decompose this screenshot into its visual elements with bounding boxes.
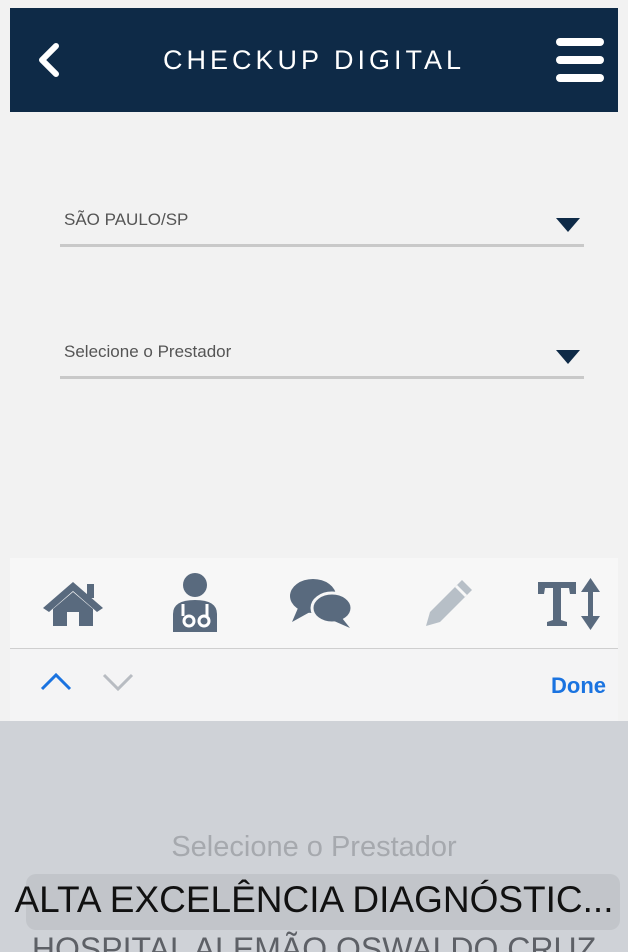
chat-icon — [290, 579, 354, 628]
home-icon — [43, 582, 103, 626]
next-field-button[interactable] — [102, 671, 134, 693]
hamburger-menu-icon — [556, 38, 604, 82]
provider-select-value: Selecione o Prestador — [64, 342, 232, 361]
pencil-icon — [426, 580, 472, 626]
edit-button[interactable] — [414, 570, 484, 636]
page-title: CHECKUP DIGITAL — [162, 44, 466, 75]
previous-field-button[interactable] — [40, 671, 72, 693]
chevron-up-icon — [40, 672, 72, 691]
keyboard-accessory-bar: Done — [10, 649, 618, 721]
picker-option[interactable]: Selecione o Prestador — [0, 831, 628, 864]
bottom-toolbar — [10, 558, 618, 649]
chevron-down-icon — [102, 673, 134, 692]
city-select-value: SÃO PAULO/SP — [64, 210, 189, 229]
city-select[interactable]: SÃO PAULO/SP — [60, 196, 584, 247]
provider-select[interactable]: Selecione o Prestador — [60, 328, 584, 379]
text-size-button[interactable] — [534, 570, 604, 636]
menu-button[interactable] — [556, 38, 604, 82]
chat-button[interactable] — [286, 570, 356, 636]
picker-option[interactable]: HOSPITAL ALEMÃO OSWALDO CRUZ — [0, 931, 628, 952]
picker-option-selected[interactable]: ALTA EXCELÊNCIA DIAGNÓSTIC... — [0, 879, 628, 921]
doctor-icon — [173, 573, 217, 632]
caret-down-icon — [556, 218, 580, 232]
text-size-icon — [538, 578, 600, 630]
app-header: CHECKUP DIGITAL — [10, 8, 618, 112]
caret-down-icon — [556, 350, 580, 364]
home-button[interactable] — [38, 570, 108, 636]
picker-wheel[interactable]: Selecione o Prestador ALTA EXCELÊNCIA DI… — [0, 721, 628, 952]
done-button[interactable]: Done — [551, 673, 606, 699]
doctor-button[interactable] — [160, 570, 230, 636]
